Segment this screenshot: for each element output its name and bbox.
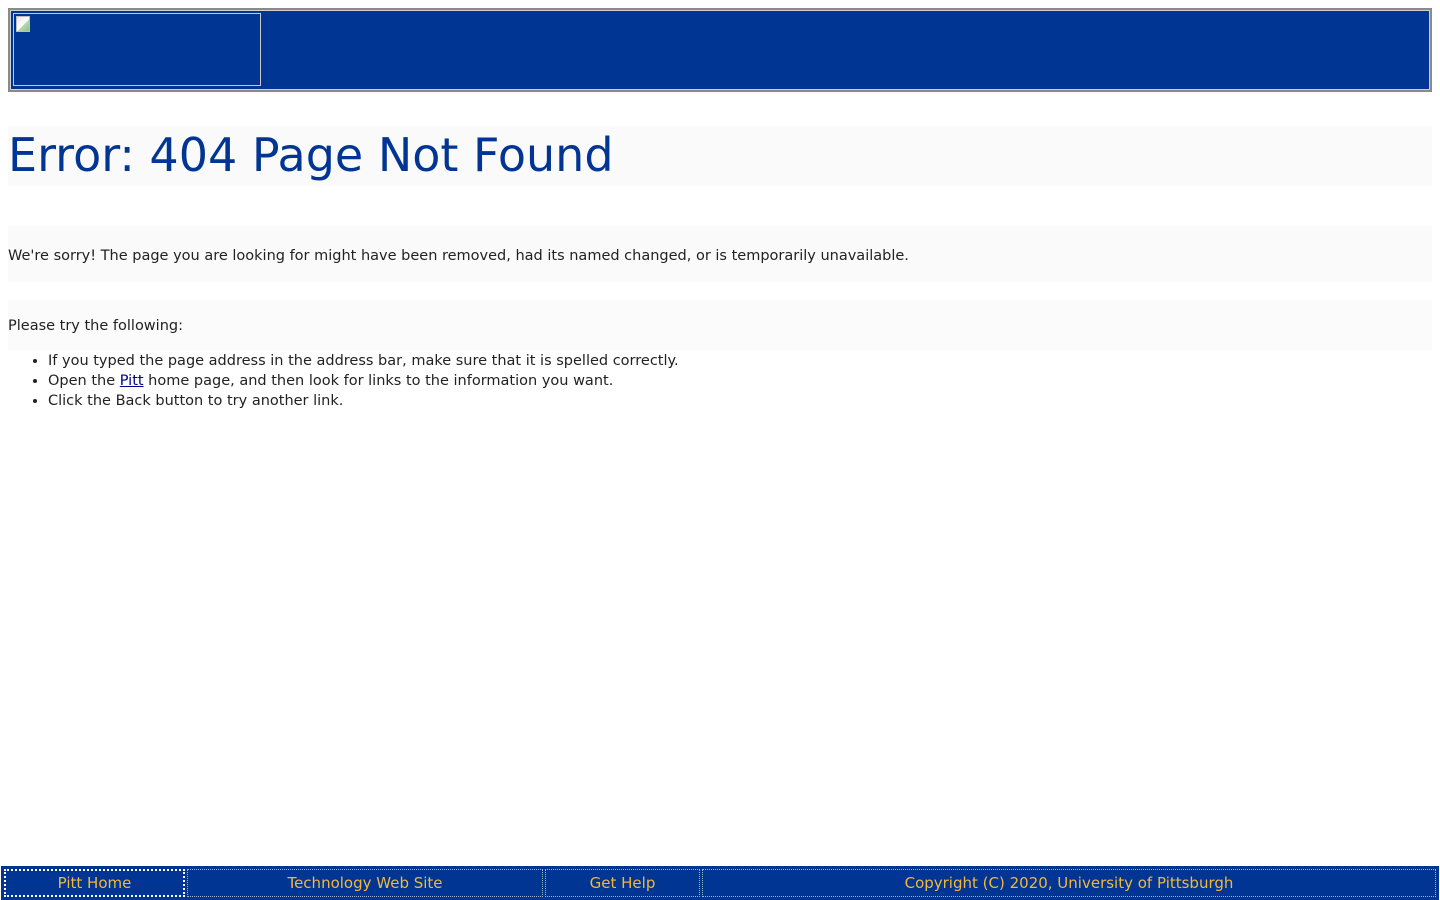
suggestion-list: If you typed the page address in the add… xyxy=(8,351,679,411)
instructions-band xyxy=(8,300,1432,350)
suggestion-text: If you typed the page address in the add… xyxy=(48,353,679,369)
footer-nav: Pitt Home Technology Web Site Get Help C… xyxy=(1,866,1439,900)
footer-copyright: Copyright (C) 2020, University of Pittsb… xyxy=(702,869,1436,897)
suggestion-text-suffix: home page, and then look for links to th… xyxy=(143,373,614,389)
suggestion-item-back: Click the Back button to try another lin… xyxy=(48,391,679,411)
footer-link-get-help[interactable]: Get Help xyxy=(545,869,700,897)
error-message: We're sorry! The page you are looking fo… xyxy=(8,248,909,264)
instructions-heading: Please try the following: xyxy=(8,318,183,334)
suggestion-item-spelling: If you typed the page address in the add… xyxy=(48,351,679,371)
page: Error: 404 Page Not Found We're sorry! T… xyxy=(0,0,1440,900)
suggestion-text-prefix: Open the xyxy=(48,373,120,389)
footer-link-technology-web-site[interactable]: Technology Web Site xyxy=(187,869,543,897)
footer: Pitt Home Technology Web Site Get Help C… xyxy=(0,866,1440,900)
suggestion-item-home: Open the Pitt home page, and then look f… xyxy=(48,371,679,391)
suggestion-text: Click the Back button to try another lin… xyxy=(48,393,344,409)
header-banner xyxy=(8,8,1432,92)
broken-image-icon xyxy=(16,16,30,32)
footer-link-pitt-home[interactable]: Pitt Home xyxy=(4,869,185,897)
pitt-home-link[interactable]: Pitt xyxy=(120,373,144,389)
page-title: Error: 404 Page Not Found xyxy=(8,128,614,182)
university-logo-image[interactable] xyxy=(13,13,261,86)
